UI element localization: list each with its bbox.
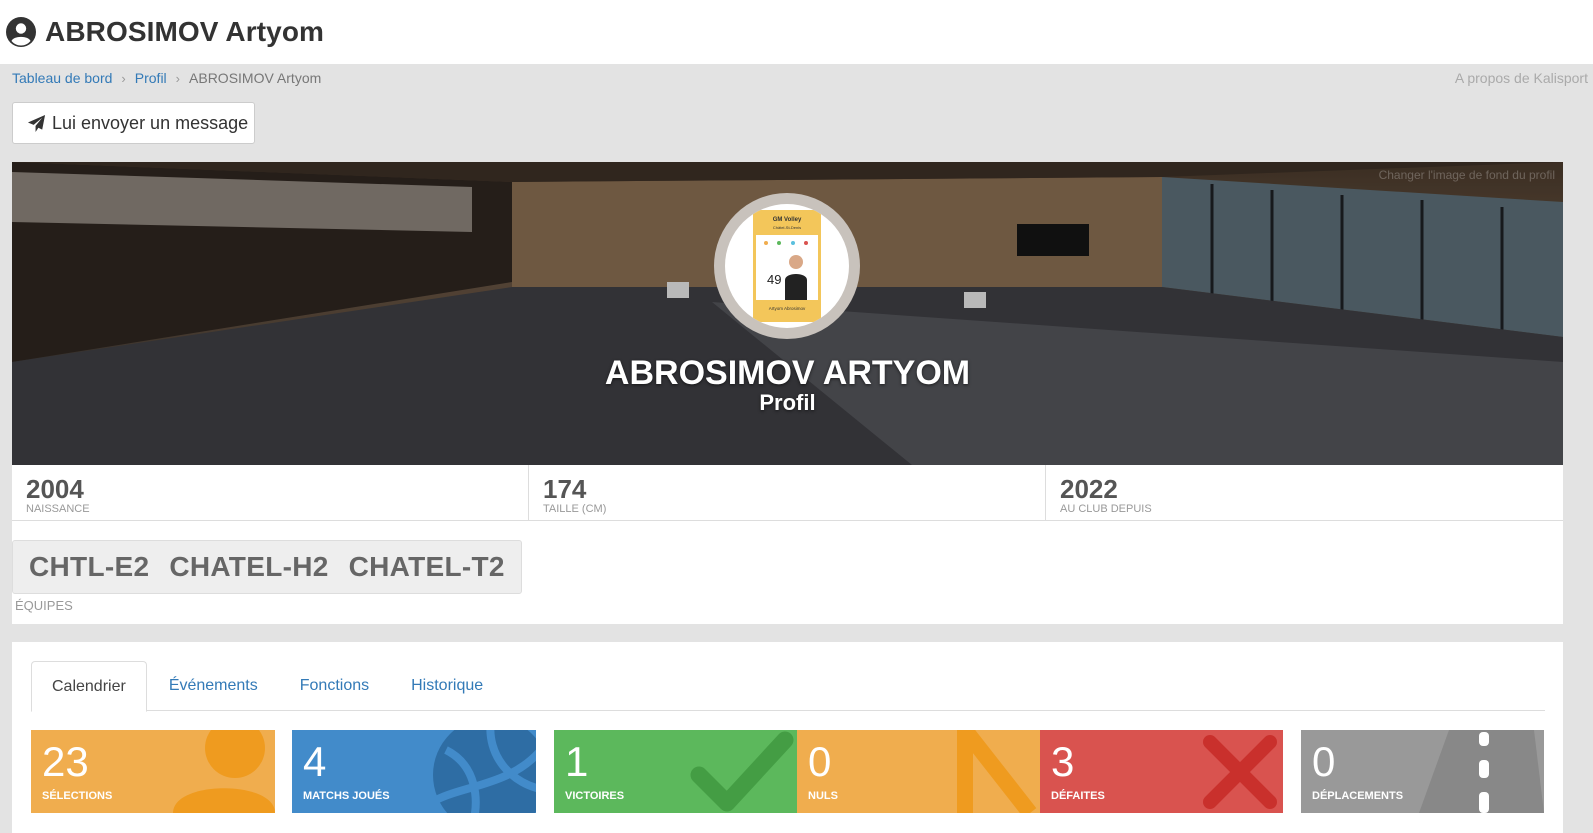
tile-victories[interactable]: 1 VICTOIRES	[554, 730, 797, 813]
profile-name: ABROSIMOV ARTYOM	[604, 354, 971, 392]
tile-label: SÉLECTIONS	[42, 790, 113, 802]
profile-info-card: 2004 NAISSANCE 174 TAILLE (CM) 2022 AU C…	[12, 465, 1563, 624]
stat-value: 2022	[1060, 474, 1118, 504]
change-background-link[interactable]: Changer l'image de fond du profil	[1379, 168, 1555, 182]
player-card-image: GM Volley Châtel-St-Denis 49 Artyom Abro…	[753, 210, 821, 322]
profile-subtitle: Profil	[759, 390, 816, 415]
tab-events[interactable]: Événements	[149, 661, 278, 711]
user-circle-icon	[6, 17, 36, 47]
tile-label: DÉPLACEMENTS	[1312, 790, 1404, 802]
tile-value: 3	[1051, 738, 1075, 785]
teams-label: ÉQUIPES	[15, 598, 73, 613]
avatar[interactable]: GM Volley Châtel-St-Denis 49 Artyom Abro…	[714, 193, 860, 339]
card-player: Artyom Abrosimov	[769, 306, 806, 311]
user-icon	[173, 730, 275, 813]
tile-defeats[interactable]: 3 DÉFAITES	[1040, 730, 1283, 813]
tab-functions[interactable]: Fonctions	[280, 661, 389, 711]
tile-label: DÉFAITES	[1051, 790, 1105, 802]
check-icon	[690, 731, 794, 812]
tile-label: MATCHS JOUÉS	[303, 790, 390, 802]
road-icon	[1419, 730, 1544, 813]
page-header: ABROSIMOV Artyom	[0, 0, 1593, 64]
breadcrumb-separator: ›	[121, 71, 126, 86]
tile-value: 4	[303, 738, 327, 785]
tile-label: NULS	[808, 790, 838, 802]
breadcrumb-separator: ›	[175, 71, 181, 86]
stat-club-since: 2022 AU CLUB DEPUIS	[1046, 465, 1563, 521]
tile-label: VICTOIRES	[565, 790, 625, 802]
x-icon	[1203, 735, 1277, 809]
tab-bar: Calendrier Événements Fonctions Historiq…	[31, 661, 1545, 712]
team-badge[interactable]: CHATEL-T2	[349, 551, 505, 583]
about-link[interactable]: A propos de Kalisport	[1455, 70, 1588, 86]
tile-matches-played[interactable]: 4 MATCHS JOUÉS	[292, 730, 536, 813]
tile-value: 0	[1312, 738, 1336, 785]
breadcrumb-profile-link[interactable]: Profil	[135, 70, 167, 86]
tile-trips[interactable]: 0 DÉPLACEMENTS	[1301, 730, 1544, 813]
page-title: ABROSIMOV Artyom	[45, 16, 325, 47]
card-club: GM Volley	[773, 217, 802, 223]
tile-value: 23	[42, 738, 89, 785]
tile-value: 1	[565, 738, 589, 785]
send-message-button[interactable]: Lui envoyer un message	[12, 102, 255, 144]
card-club-sub: Châtel-St-Denis	[773, 225, 801, 230]
stat-value: 174	[543, 474, 587, 504]
tab-calendar[interactable]: Calendrier	[31, 661, 147, 712]
stat-label: TAILLE (CM)	[543, 503, 607, 515]
tile-value: 0	[808, 738, 832, 785]
stat-value: 2004	[26, 474, 84, 504]
send-message-label: Lui envoyer un message	[52, 112, 249, 133]
tile-draws[interactable]: 0 NULS	[797, 730, 1040, 813]
stat-height: 174 TAILLE (CM)	[529, 465, 1046, 521]
breadcrumb-dashboard-link[interactable]: Tableau de bord	[12, 70, 112, 86]
volleyball-icon	[433, 730, 536, 813]
stat-birth: 2004 NAISSANCE	[12, 465, 529, 521]
breadcrumb: Tableau de bord › Profil › ABROSIMOV Artyom	[12, 70, 321, 86]
profile-banner: Changer l'image de fond du profil GM Vol…	[12, 162, 1563, 465]
paper-plane-icon	[27, 114, 46, 132]
team-badge[interactable]: CHATEL-H2	[169, 551, 328, 583]
equal-icon	[957, 730, 1037, 813]
stat-label: AU CLUB DEPUIS	[1060, 503, 1152, 515]
teams-list: CHTL-E2 CHATEL-H2 CHATEL-T2	[12, 540, 522, 594]
tile-selections[interactable]: 23 SÉLECTIONS	[31, 730, 275, 813]
tab-history[interactable]: Historique	[391, 661, 503, 711]
card-number: 49	[767, 272, 781, 287]
breadcrumb-current: ABROSIMOV Artyom	[189, 70, 322, 86]
stat-label: NAISSANCE	[26, 503, 90, 515]
team-badge[interactable]: CHTL-E2	[29, 551, 149, 583]
